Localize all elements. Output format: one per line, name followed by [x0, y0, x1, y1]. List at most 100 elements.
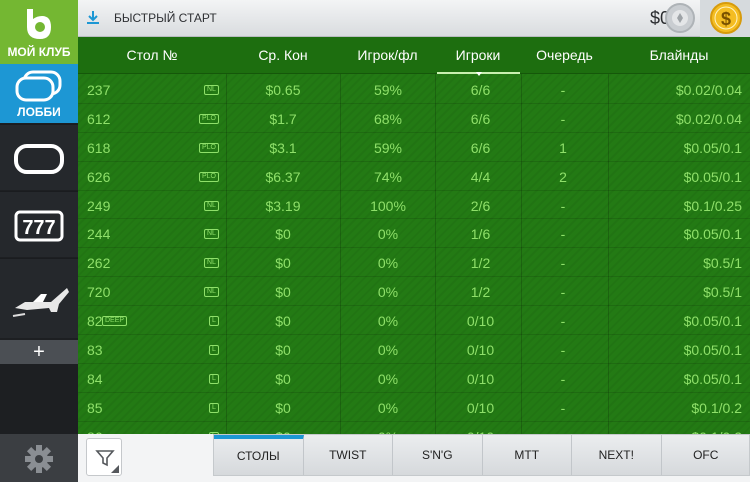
queue-count: -: [560, 342, 566, 359]
queue-count: -: [560, 110, 566, 127]
blinds: $0.1/0.2: [691, 399, 742, 416]
slots-button[interactable]: 777: [0, 191, 78, 257]
queue-count: -: [560, 399, 566, 416]
my-club-button[interactable]: МОЙ КЛУБ: [0, 0, 78, 64]
avg-pot: $0.65: [265, 82, 301, 98]
bottom-bar: СТОЛЫ TWIST S'N'G MTT NEXT! OFC: [78, 434, 750, 482]
table-row[interactable]: 626 PLO $6.37 74% 4/4 2 $0.05/0.1: [78, 162, 750, 191]
filter-button[interactable]: [86, 438, 122, 476]
header-blinds[interactable]: Блайнды: [608, 47, 750, 63]
players-per-flop: 0%: [377, 313, 399, 330]
players-count: 0/10: [466, 342, 495, 359]
blinds: $0.05/0.1: [683, 342, 742, 359]
players-count: 1/6: [470, 226, 491, 243]
avg-pot: $0: [275, 255, 291, 272]
blinds: $0.02/0.04: [675, 82, 742, 98]
table-row[interactable]: 249 NL $3.19 100% 2/6 - $0.1/0.25: [78, 191, 750, 220]
queue-count: -: [560, 284, 566, 301]
cashier-button[interactable]: $: [700, 0, 750, 37]
header-queue[interactable]: Очередь: [521, 47, 608, 63]
table-header: Стол № Ср. Кон Игрок/фл Игроки Очередь Б…: [78, 37, 750, 76]
table-row[interactable]: 244 NL $0 0% 1/6 - $0.05/0.1: [78, 219, 750, 249]
game-type-badge: L: [209, 402, 219, 413]
tab-next[interactable]: NEXT!: [572, 435, 662, 475]
players-per-flop: 0%: [377, 255, 399, 272]
spin-jet-button[interactable]: [0, 258, 78, 338]
header-table-number[interactable]: Стол №: [78, 47, 226, 63]
players-per-flop: 74%: [373, 168, 403, 185]
quick-start-button[interactable]: БЫСТРЫЙ СТАРТ: [114, 11, 217, 25]
game-type-badge: PLO: [199, 142, 220, 153]
lobby-button[interactable]: ЛОББИ: [0, 64, 78, 123]
queue-count: 2: [559, 168, 567, 185]
table-row[interactable]: 237 NL $0.65 59% 6/6 - $0.02/0.04: [78, 75, 750, 104]
add-button[interactable]: +: [0, 340, 78, 364]
table-row[interactable]: 618 PLO $3.1 59% 6/6 1 $0.05/0.1: [78, 133, 750, 162]
blinds: $0.02/0.04: [675, 110, 742, 127]
svg-text:$: $: [721, 9, 731, 29]
table-number: 626: [87, 168, 111, 185]
settings-button[interactable]: [0, 434, 78, 482]
players-per-flop: 0%: [377, 226, 399, 243]
players-count: 0/10: [466, 313, 495, 330]
table-row[interactable]: 82 DEEP L $0 0% 0/10 - $0.05/0.1: [78, 306, 750, 336]
queue-count: -: [560, 255, 566, 272]
header-players[interactable]: Игроки: [435, 47, 521, 63]
table-number: 244: [87, 226, 111, 243]
header-avg-pot[interactable]: Ср. Кон: [226, 47, 340, 63]
table-row[interactable]: 84 L $0 0% 0/10 - $0.05/0.1: [78, 364, 750, 393]
dollar-coin-icon: $: [710, 2, 742, 34]
tab-sng[interactable]: S'N'G: [393, 435, 483, 475]
players-per-flop: 0%: [377, 284, 399, 301]
quick-start-download-icon[interactable]: [86, 10, 100, 24]
blinds: $0.05/0.1: [683, 139, 742, 156]
slots-777-icon: 777: [14, 210, 64, 242]
table-row[interactable]: 612 PLO $1.7 68% 6/6 - $0.02/0.04: [78, 104, 750, 133]
avg-pot: $3.1: [269, 139, 297, 156]
table-number: 82: [87, 313, 103, 330]
game-type-badge: PLO: [199, 113, 220, 124]
players-count: 0/10: [466, 399, 495, 416]
players-count: 4/4: [470, 168, 491, 185]
game-type-badge: NL: [204, 200, 219, 211]
avg-pot: $0: [275, 370, 291, 387]
filter-corner-icon: [111, 465, 119, 473]
header-players-flop[interactable]: Игрок/фл: [340, 47, 435, 63]
table-number: 612: [87, 110, 111, 127]
players-count: 6/6: [470, 110, 491, 127]
blinds: $0.5/1: [703, 284, 742, 301]
table-number: 262: [87, 255, 111, 272]
game-type-badge: NL: [204, 287, 219, 298]
plane-icon: [12, 288, 69, 317]
sidebar: МОЙ КЛУБ ЛОББИ 777 +: [0, 0, 78, 482]
deep-badge: DEEP: [102, 316, 128, 327]
game-type-badge: PLO: [199, 171, 220, 182]
table-row[interactable]: 85 L $0 0% 0/10 - $0.1/0.2: [78, 393, 750, 422]
blinds: $0.05/0.1: [683, 313, 742, 330]
tab-twist[interactable]: TWIST: [304, 435, 393, 475]
blinds: $0.05/0.1: [683, 370, 742, 387]
tab-ofc[interactable]: OFC: [662, 435, 750, 475]
lobby-tables-icon: [15, 70, 62, 102]
queue-count: -: [560, 197, 566, 214]
players-per-flop: 0%: [377, 342, 399, 359]
table-row[interactable]: 86L$00%0/10-$0.1/0.2: [78, 422, 750, 434]
tab-mtt[interactable]: MTT: [483, 435, 572, 475]
players-per-flop: 100%: [370, 197, 406, 214]
table-number: 720: [87, 284, 111, 301]
table-icon: [14, 144, 64, 174]
queue-count: -: [560, 313, 566, 330]
my-club-label: МОЙ КЛУБ: [7, 45, 71, 59]
cash-table-button[interactable]: [0, 124, 78, 190]
avg-pot: $0: [275, 226, 291, 243]
table-row[interactable]: 720 NL $0 0% 1/2 - $0.5/1: [78, 277, 750, 307]
poker-chip-icon[interactable]: [660, 0, 700, 37]
table-row[interactable]: 83 L $0 0% 0/10 - $0.05/0.1: [78, 335, 750, 364]
players-count: 0/10: [466, 370, 495, 387]
players-count: 1/2: [470, 255, 491, 272]
tab-tables[interactable]: СТОЛЫ: [214, 435, 304, 475]
table-rows: 237 NL $0.65 59% 6/6 - $0.02/0.04 612 PLO $1.7 68%…: [78, 75, 750, 434]
table-row[interactable]: 262 NL $0 0% 1/2 - $0.5/1: [78, 248, 750, 278]
top-bar: БЫСТРЫЙ СТАРТ $0 $: [78, 0, 750, 37]
blinds: $0.05/0.1: [683, 168, 742, 185]
